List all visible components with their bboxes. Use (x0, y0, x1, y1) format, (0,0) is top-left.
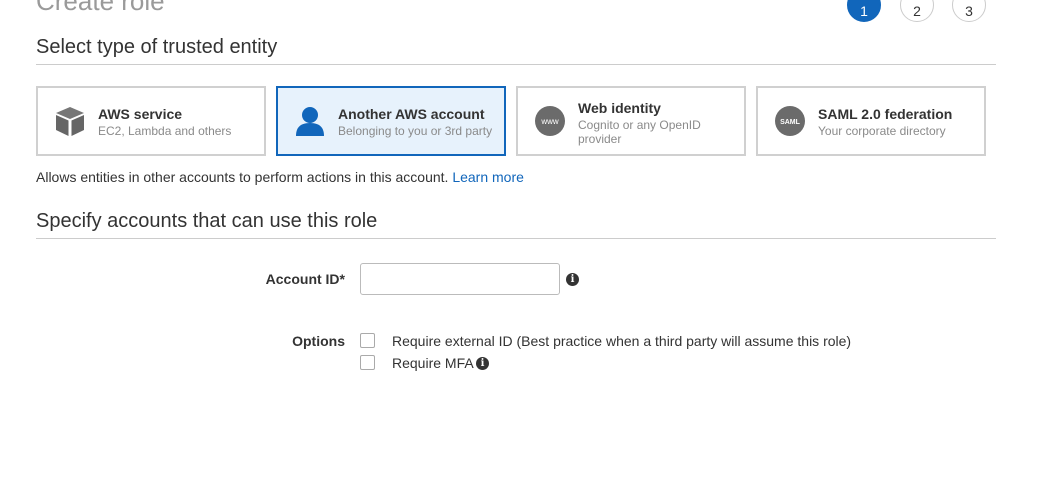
entity-card-aws-service[interactable]: AWS service EC2, Lambda and others (36, 86, 266, 156)
step-1[interactable]: 1 (847, 0, 881, 22)
info-icon[interactable]: i (566, 273, 579, 286)
card-title: AWS service (98, 106, 183, 122)
require-mfa-checkbox[interactable] (360, 355, 375, 370)
description-text: Allows entities in other accounts to per… (36, 169, 449, 185)
user-icon (296, 107, 324, 136)
www-icon: www (535, 106, 565, 136)
entity-description: Allows entities in other accounts to per… (36, 169, 524, 185)
entity-card-another-aws-account[interactable]: Another AWS account Belonging to you or … (276, 86, 506, 156)
saml-icon: SAML (775, 106, 805, 136)
card-title: Another AWS account (338, 106, 485, 122)
trusted-entity-header: Select type of trusted entity (36, 35, 996, 65)
options-label: Options (292, 333, 345, 349)
require-mfa-label: Require MFA (392, 355, 474, 371)
account-id-label: Account ID* (265, 271, 345, 287)
account-id-input[interactable] (360, 263, 560, 295)
entity-card-web-identity[interactable]: www Web identity Cognito or any OpenID p… (516, 86, 746, 156)
mfa-info-icon[interactable]: i (476, 357, 489, 370)
step-3[interactable]: 3 (952, 0, 986, 22)
create-role-page: Create role 1 2 3 Select type of trusted… (0, 0, 1038, 481)
card-subtitle: Belonging to you or 3rd party (338, 124, 493, 138)
require-external-id-label: Require external ID (Best practice when … (392, 333, 852, 349)
require-external-id-checkbox[interactable] (360, 333, 375, 348)
card-subtitle: Your corporate directory (818, 124, 946, 138)
card-title: Web identity (578, 100, 661, 116)
step-2[interactable]: 2 (900, 0, 934, 22)
saml-icon-text: SAML (780, 119, 801, 126)
card-subtitle: Cognito or any OpenID provider (578, 118, 701, 146)
page-title: Create role (36, 0, 165, 16)
cube-icon (56, 107, 84, 136)
card-subtitle: EC2, Lambda and others (98, 124, 232, 138)
card-title: SAML 2.0 federation (818, 106, 953, 122)
entity-card-saml-federation[interactable]: SAML SAML 2.0 federation Your corporate … (756, 86, 986, 156)
learn-more-link[interactable]: Learn more (452, 169, 524, 185)
www-icon-text: www (540, 117, 559, 126)
accounts-header: Specify accounts that can use this role (36, 209, 996, 239)
